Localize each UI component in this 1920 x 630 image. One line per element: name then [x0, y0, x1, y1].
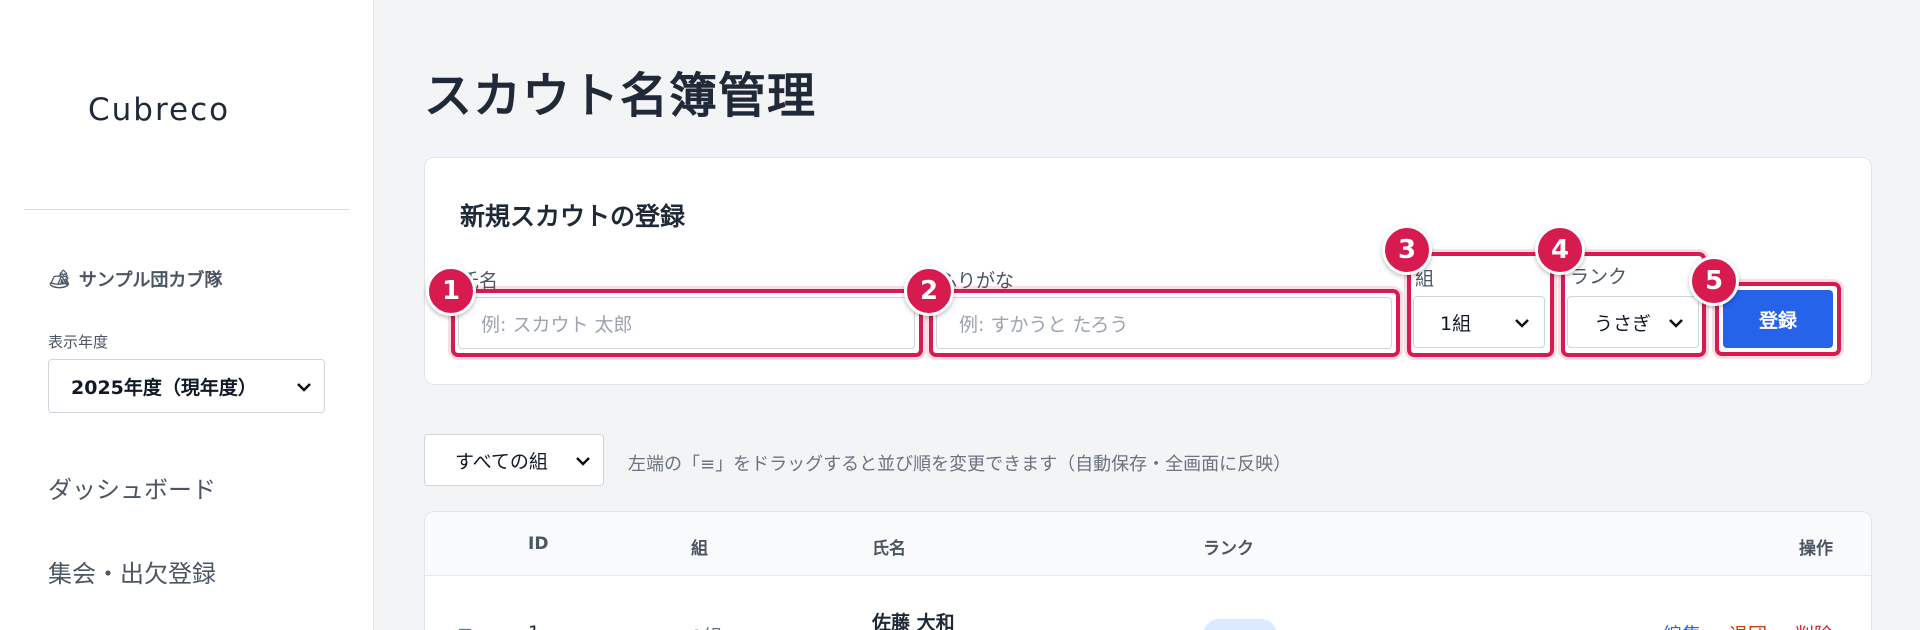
row-group: 1組: [691, 622, 722, 630]
row-id: 1: [528, 622, 540, 630]
header-id: ID: [528, 534, 549, 554]
group-filter-select[interactable]: すべての組: [424, 434, 604, 486]
annotation-badge-3: 3: [1382, 225, 1432, 275]
annotation-badge-5: 5: [1689, 256, 1739, 306]
chevron-down-icon: [297, 383, 311, 392]
header-name: 氏名: [872, 539, 906, 559]
row-name: 佐藤 大和: [872, 612, 955, 630]
year-select[interactable]: 2025年度（現年度）: [48, 359, 325, 413]
edit-link[interactable]: 編集: [1663, 620, 1701, 630]
sidebar-item-dashboard[interactable]: ダッシュボード: [48, 470, 216, 505]
annotation-highlight-3: [1407, 252, 1554, 357]
annotation-badge-1: 1: [426, 266, 476, 316]
sidebar-divider: [24, 209, 350, 210]
annotation-highlight-4: [1561, 252, 1706, 357]
annotation-badge-4: 4: [1535, 225, 1585, 275]
form-title: 新規スカウトの登録: [460, 202, 686, 231]
troop-name: 🏕 サンプル団カブ隊: [48, 266, 222, 292]
page-title: スカウト名簿管理: [424, 68, 817, 124]
header-actions: 操作: [1799, 539, 1833, 559]
sidebar-item-attendance[interactable]: 集会・出欠登録: [48, 554, 216, 589]
sidebar: Cubreco 🏕 サンプル団カブ隊 表示年度 2025年度（現年度） ダッシュ…: [0, 0, 374, 630]
reorder-hint: 左端の「≡」をドラッグすると並び順を変更できます（自動保存・全画面に反映）: [628, 454, 1292, 475]
year-select-value: 2025年度（現年度）: [71, 376, 257, 399]
annotation-highlight-2: [929, 289, 1400, 357]
scout-table: ID 組 氏名 ランク 操作 ≡ 1 1組 佐藤 大和 編集 退団 削除: [424, 511, 1872, 630]
header-group: 組: [691, 539, 708, 559]
camp-icon: 🏕: [48, 268, 71, 290]
app-logo[interactable]: Cubreco: [88, 92, 230, 128]
year-label: 表示年度: [48, 333, 109, 351]
drag-handle-icon[interactable]: ≡: [457, 622, 473, 630]
delete-link[interactable]: 削除: [1795, 620, 1833, 630]
rank-badge: [1203, 619, 1277, 630]
annotation-highlight-1: [451, 289, 923, 357]
chevron-down-icon: [576, 457, 590, 466]
retire-link[interactable]: 退団: [1729, 620, 1767, 630]
table-header: ID 組 氏名 ランク 操作: [425, 512, 1871, 576]
troop-name-label: サンプル団カブ隊: [78, 270, 223, 291]
header-rank: ランク: [1203, 539, 1254, 559]
annotation-badge-2: 2: [904, 266, 954, 316]
group-filter-value: すべての組: [455, 450, 548, 473]
